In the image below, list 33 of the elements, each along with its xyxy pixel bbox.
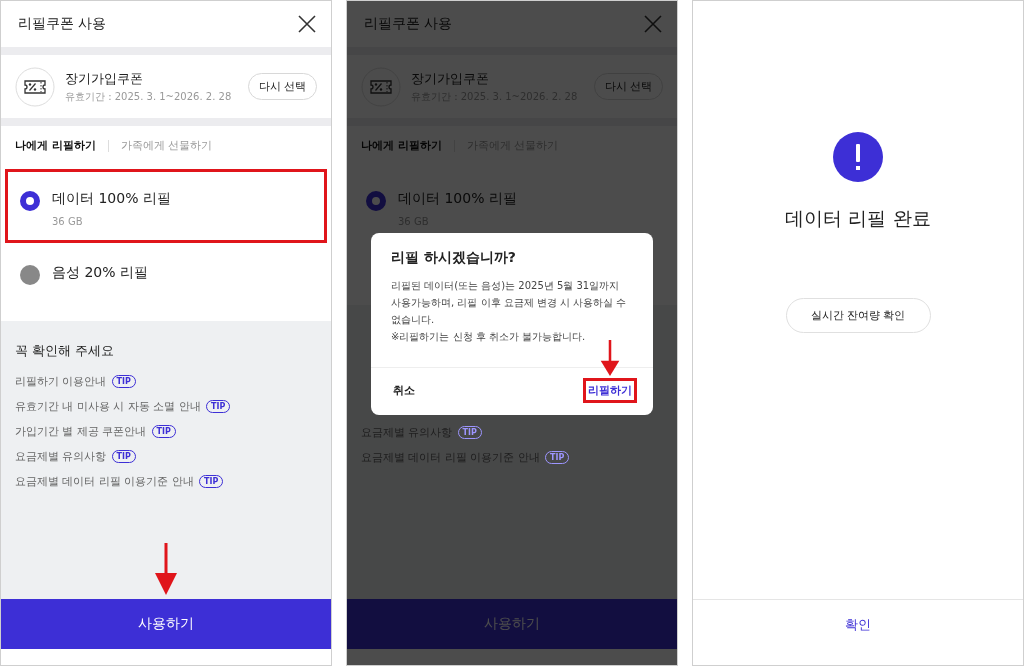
notice-link[interactable]: 요금제별 유의사항 [15, 449, 107, 464]
exclamation-icon [833, 132, 883, 182]
option-label: 음성 20% 리필 [52, 264, 149, 282]
dialog-text: ※리필하기는 신청 후 취소가 불가능합니다. [391, 330, 587, 344]
notice-link[interactable]: 가입기간 별 제공 쿠폰안내 [15, 424, 147, 439]
dialog-title: 리필 하시겠습니까? [390, 248, 517, 267]
reselect-button[interactable]: 다시 선택 [247, 73, 317, 100]
notice-link[interactable]: 리필하기 이용안내 [15, 374, 107, 389]
coupon-name: 장기가입쿠폰 [411, 69, 490, 88]
refill-option[interactable]: 데이터 100% 리필 36 GB [5, 169, 327, 243]
cancel-button[interactable]: 취소 [391, 381, 417, 400]
notice-link[interactable]: 유효기간 내 미사용 시 자동 소멸 안내 [15, 399, 201, 414]
remaining-check-button[interactable]: 실시간 잔여량 확인 [785, 298, 931, 333]
result-title: 데이터 리필 완료 [785, 206, 931, 231]
screen-title: 리필쿠폰 사용 [18, 15, 107, 33]
screen-title: 리필쿠폰 사용 [364, 15, 453, 33]
close-button[interactable] [297, 14, 317, 34]
use-button[interactable]: 사용하기 [1, 599, 331, 649]
tab[interactable]: 나에게 리필하기 [15, 138, 96, 153]
notice-heading: 꼭 확인해 주세요 [15, 343, 115, 360]
option-detail: 36 GB [52, 216, 84, 227]
dialog-text: 리필된 데이터(또는 음성)는 2025년 5월 31일까지 사용가능하며, 리필 이후 요금제 변경 시 사용하실 수 없습니다. [391, 279, 628, 327]
notice-link[interactable]: 요금제별 데이터 리필 이용기준 안내 [15, 474, 194, 489]
option-label: 데이터 100% 리필 [398, 190, 517, 208]
coupon-name: 장기가입쿠폰 [65, 69, 144, 88]
close-icon [297, 14, 317, 34]
refill-button[interactable]: 리필하기 [583, 378, 637, 403]
radio-button[interactable] [20, 191, 40, 211]
option-label: 데이터 100% 리필 [52, 190, 171, 208]
coupon-icon [15, 66, 55, 107]
coupon-validity: 유효기간 : 2025. 3. 1~2026. 2. 28 [65, 89, 233, 104]
refill-option[interactable]: 음성 20% 리필 [5, 243, 327, 317]
radio-button[interactable] [20, 265, 40, 285]
